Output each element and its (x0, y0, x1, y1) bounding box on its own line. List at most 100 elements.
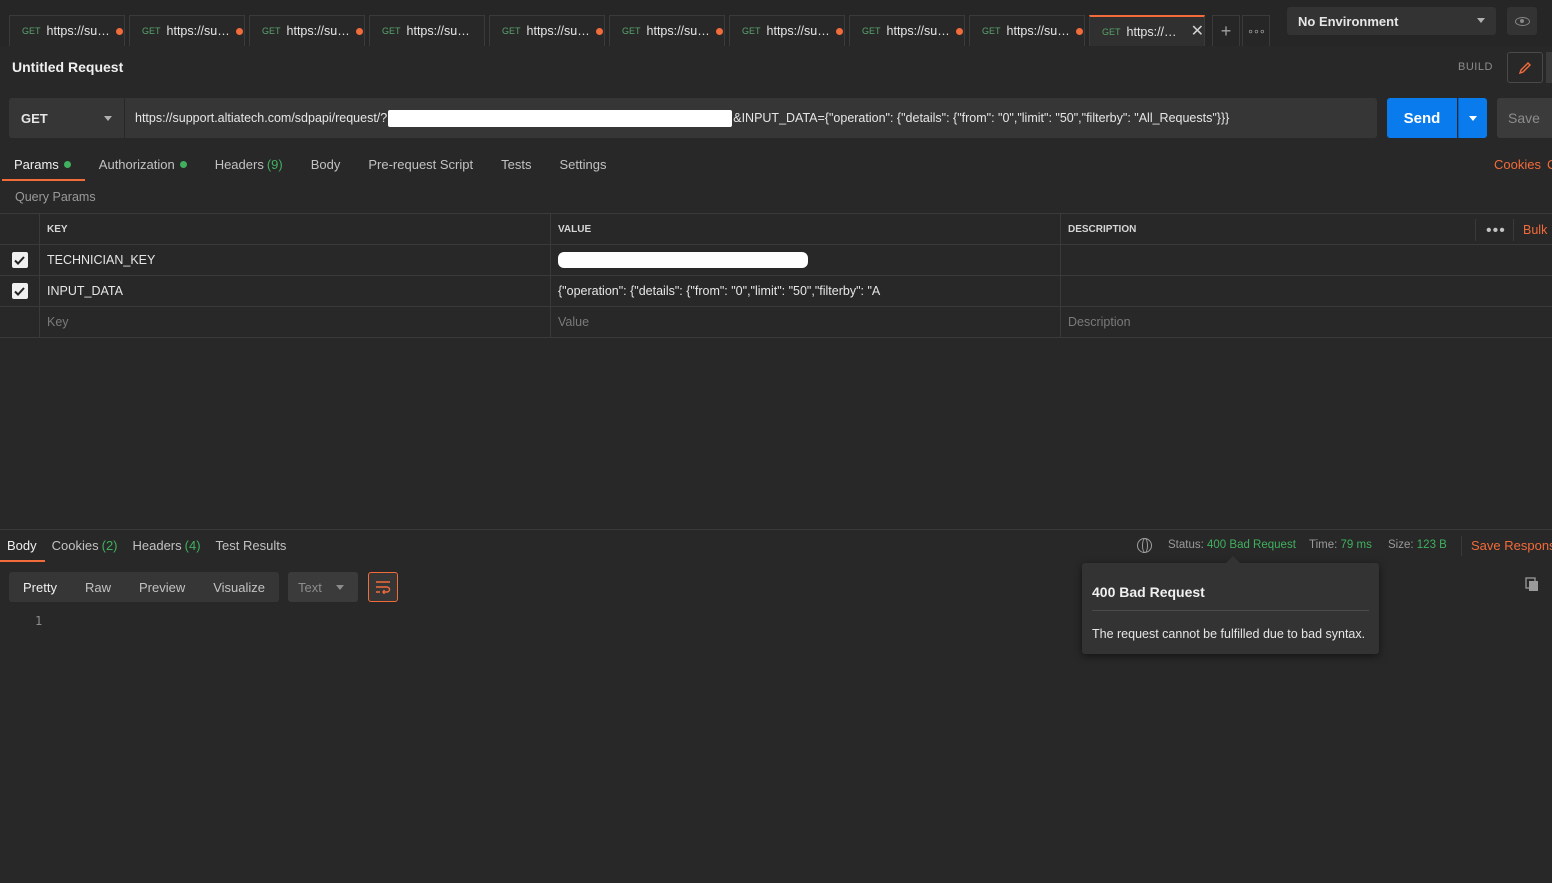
redacted-block (388, 109, 733, 127)
query-params-label: Query Params (15, 190, 96, 204)
more-tabs-button[interactable]: ∘∘∘ (1242, 15, 1270, 46)
status-value: 400 Bad Request (1207, 539, 1296, 551)
unsaved-dot-icon (235, 27, 243, 35)
edit-button[interactable] (1507, 52, 1543, 83)
param-description-cell[interactable] (1061, 276, 1552, 306)
method-select[interactable]: GET (9, 98, 124, 138)
tab-pre-request-script[interactable]: Pre-request Script (354, 150, 487, 181)
time-label: Time: (1309, 539, 1338, 551)
more-options-icon[interactable]: ••• (1486, 222, 1506, 240)
param-key-cell[interactable]: INPUT_DATA (40, 276, 551, 306)
globe-icon[interactable] (1137, 538, 1152, 553)
new-value-input[interactable]: Value (551, 307, 1061, 337)
checkbox[interactable] (11, 252, 28, 268)
tab-method: GET (622, 26, 641, 36)
response-view-switcher: Pretty Raw Preview Visualize (9, 572, 280, 602)
environment-select[interactable]: No Environment (1287, 7, 1496, 35)
copy-icon[interactable] (1525, 577, 1540, 592)
save-button[interactable]: Save (1497, 98, 1552, 138)
chevron-down-icon (1477, 18, 1485, 23)
tab-headers-label: Headers (214, 157, 264, 172)
tab-url: https://support.altiatech.com/sdpapi/req… (406, 24, 473, 38)
size-readout[interactable]: Size: 123 B (1388, 539, 1447, 551)
tab-settings[interactable]: Settings (545, 150, 620, 181)
tooltip-title: 400 Bad Request (1092, 584, 1205, 600)
param-description-cell[interactable] (1061, 245, 1552, 275)
unsaved-dot-icon (955, 27, 963, 35)
chevron-down-icon (1469, 115, 1477, 121)
tab-response-cookies[interactable]: Cookies (2) (45, 531, 126, 562)
save-response-button[interactable]: Save Response (1471, 538, 1552, 553)
response-divider[interactable] (0, 529, 1552, 530)
tab-params[interactable]: Params (0, 150, 85, 181)
tab-method: GET (742, 26, 761, 36)
url-input[interactable]: https://support.altiatech.com/sdpapi/req… (125, 98, 1377, 138)
time-readout[interactable]: Time: 79 ms (1309, 539, 1372, 551)
tab-test-results[interactable]: Test Results (209, 531, 295, 562)
request-tab[interactable]: GET https://support.altiatech.com/sdpapi/… (9, 15, 125, 46)
build-mode-label: BUILD (1458, 61, 1493, 73)
request-tab[interactable]: GET https://support.altiatech.com/sdpapi/… (249, 15, 365, 46)
request-tab[interactable]: GET https://support.altiatech.com/sdpapi/… (729, 15, 845, 46)
tab-authorization[interactable]: Authorization (85, 150, 201, 181)
unsaved-dot-icon (835, 27, 843, 35)
request-tab[interactable]: GET https://support.altiatech.com/sdpapi/… (369, 15, 485, 46)
close-tab-icon[interactable]: ✕ (1191, 23, 1204, 40)
request-tab[interactable]: GET https://support.altiatech.com/sdpapi/… (849, 15, 965, 46)
request-tab[interactable]: GET https://support.altiatech.com/sdpapi/… (129, 15, 245, 46)
request-title[interactable]: Untitled Request (12, 59, 123, 75)
new-key-input[interactable]: Key (40, 307, 551, 337)
format-select[interactable]: Text (288, 572, 358, 602)
pencil-icon (1518, 61, 1531, 74)
tab-response-body[interactable]: Body (0, 531, 45, 562)
request-tab[interactable]: GET https://support.altiatech.com/sdpapi/… (969, 15, 1085, 46)
send-options-button[interactable] (1458, 98, 1487, 138)
tab-authorization-label: Authorization (98, 157, 175, 172)
request-tabs-bar: GET https://support.altiatech.com/sdpapi/… (9, 15, 1209, 46)
redacted-block (558, 252, 808, 268)
code-link-clipped[interactable]: C (1547, 157, 1552, 172)
request-tab-active[interactable]: GET https://support.altiatech.com/sdpapi/… (1089, 15, 1205, 46)
tooltip-body: The request cannot be fulfilled due to b… (1092, 627, 1366, 641)
divider (1475, 219, 1476, 241)
param-value-cell[interactable] (551, 245, 1061, 275)
param-key-cell[interactable]: TECHNICIAN_KEY (40, 245, 551, 275)
tab-url: https://support.altiatech.com/sdpapi/req… (886, 24, 953, 38)
unsaved-dot-icon (595, 27, 603, 35)
tab-tests[interactable]: Tests (487, 150, 545, 181)
status-readout[interactable]: Status: 400 Bad Request (1168, 539, 1296, 551)
request-tab[interactable]: GET https://support.altiatech.com/sdpapi/… (489, 15, 605, 46)
tab-headers[interactable]: Headers (9) (201, 150, 297, 181)
cookies-link[interactable]: Cookies (1494, 157, 1541, 172)
param-value-cell[interactable]: {"operation": {"details": {"from": "0","… (551, 276, 1061, 306)
cookies-count: (2) (101, 538, 118, 553)
response-headers-count: (4) (184, 538, 201, 553)
view-preview-button[interactable]: Preview (125, 572, 199, 602)
row-checkbox-cell (0, 276, 40, 306)
check-icon (14, 255, 25, 265)
divider (1092, 610, 1369, 611)
view-raw-button[interactable]: Raw (71, 572, 125, 602)
status-tooltip: 400 Bad Request The request cannot be fu… (1082, 556, 1379, 654)
environment-quick-look-button[interactable] (1507, 7, 1537, 35)
tab-strip: GET https://support.altiatech.com/sdpapi/… (0, 0, 1552, 46)
bulk-edit-link[interactable]: Bulk (1523, 223, 1547, 237)
tab-url: https://support.altiatech.com/sdpapi/req… (1126, 24, 1183, 39)
table-row: INPUT_DATA {"operation": {"details": {"f… (0, 276, 1552, 307)
view-pretty-button[interactable]: Pretty (9, 572, 71, 602)
checkbox[interactable] (11, 283, 28, 299)
tab-body[interactable]: Body (297, 150, 355, 181)
new-description-input[interactable]: Description (1061, 307, 1552, 337)
environment-label: No Environment (1298, 13, 1399, 29)
column-header-key: KEY (40, 214, 551, 244)
view-visualize-button[interactable]: Visualize (199, 572, 279, 602)
request-tab[interactable]: GET https://support.altiatech.com/sdpapi/… (609, 15, 725, 46)
tab-response-headers[interactable]: Headers (4) (126, 531, 209, 562)
tab-method: GET (382, 26, 401, 36)
unsaved-dot-icon (115, 27, 123, 35)
new-tab-button[interactable]: + (1212, 15, 1240, 46)
wrap-lines-button[interactable] (368, 572, 398, 602)
tab-url: https://support.altiatech.com/sdpapi/req… (646, 24, 713, 38)
send-button[interactable]: Send (1387, 98, 1457, 138)
format-label: Text (298, 579, 322, 595)
